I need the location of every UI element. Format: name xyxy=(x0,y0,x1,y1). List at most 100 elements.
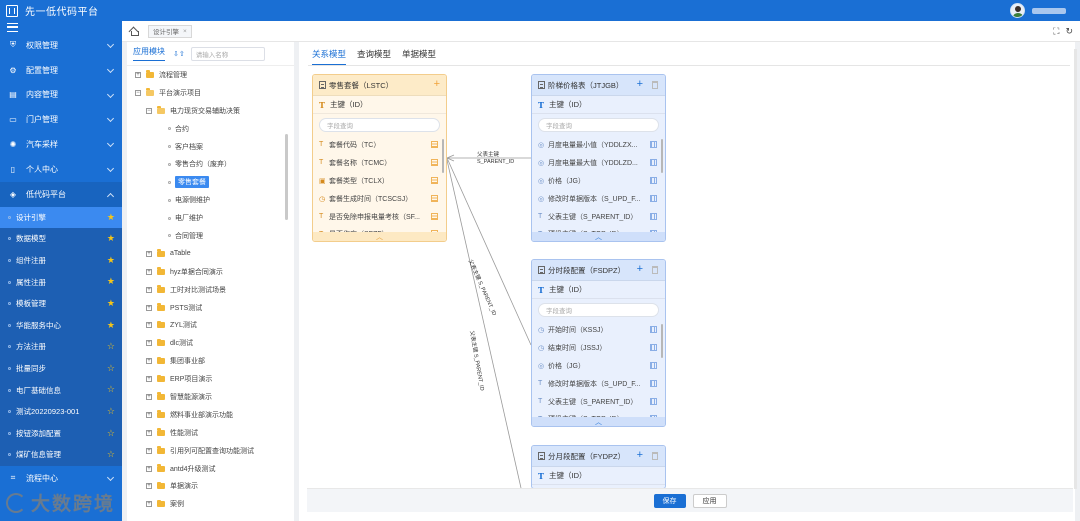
field-label: 月度电量最小值（YDDLZX... xyxy=(548,141,638,149)
drag-handle-icon[interactable] xyxy=(650,397,657,405)
add-field-icon[interactable]: + xyxy=(637,78,643,90)
primary-key-row[interactable]: T 主键（ID） xyxy=(532,467,665,485)
entity-card-fydpz[interactable]: 分月段配置（FYDPZ） + T 主键（ID） xyxy=(531,445,666,489)
field-label: 套餐名称（TCMC） xyxy=(329,159,392,167)
collapse-toggle[interactable]: ︿ xyxy=(313,232,446,241)
field-label: 月度电量最大值（YDDLZD... xyxy=(548,159,638,167)
drag-handle-icon[interactable] xyxy=(431,176,438,184)
field-type-icon: ◎ xyxy=(538,141,545,149)
entity-scrollbar[interactable] xyxy=(661,324,663,358)
field-label: 父表主键（S_PARENT_ID） xyxy=(548,398,638,406)
field-label: 价格（JG） xyxy=(548,362,585,370)
primary-key-row[interactable]: T 主键（ID） xyxy=(532,281,665,299)
text-type-icon: T xyxy=(538,470,544,481)
field-row[interactable]: ▣ 套餐类型（TCLX） xyxy=(313,172,446,190)
primary-key-label: 主键（ID） xyxy=(549,285,587,294)
drag-handle-icon[interactable] xyxy=(650,343,657,351)
field-row[interactable]: ◎ 价格（JG） xyxy=(532,357,665,375)
field-row[interactable]: ◷ 结束时间（JSSJ） xyxy=(532,339,665,357)
field-row[interactable]: ◷ 套餐生成时间（TCSCSJ） xyxy=(313,190,446,208)
field-type-icon: ◷ xyxy=(538,344,545,352)
field-type-icon: ◷ xyxy=(538,326,545,334)
chevron-up-icon: ︿ xyxy=(595,233,602,241)
field-label: 修改时单据版本（S_UPD_F... xyxy=(548,195,641,203)
field-label: 修改时单据版本（S_UPD_F... xyxy=(548,380,641,388)
entity-card-lstc[interactable]: 零售套餐（LSTC） + T 主键（ID） 字段查询 T 套餐代码（TC） T 套餐名称（TCM… xyxy=(312,74,447,242)
field-type-icon: ◷ xyxy=(319,195,326,203)
drag-handle-icon[interactable] xyxy=(650,361,657,369)
field-label: 是否免除申报电量考核（SF... xyxy=(329,213,421,221)
relation-label-1: 父表主键 xyxy=(477,152,500,158)
field-row[interactable]: ◎ 月度电量最小值（YDDLZX... xyxy=(532,136,665,154)
primary-key-row[interactable]: T 主键（ID） xyxy=(532,96,665,114)
drag-handle-icon[interactable] xyxy=(650,326,657,333)
drag-handle-icon[interactable] xyxy=(650,212,657,220)
delete-icon[interactable] xyxy=(652,452,658,460)
entity-header[interactable]: 分时段配置（FSDPZ） + xyxy=(532,260,665,281)
add-field-icon[interactable]: + xyxy=(637,263,643,275)
entity-header[interactable]: 分月段配置（FYDPZ） + xyxy=(532,446,665,467)
field-label: 套餐生成时间（TCSCSJ） xyxy=(329,195,413,203)
field-type-icon: T xyxy=(538,213,543,220)
field-label: 开始时间（KSSJ） xyxy=(548,326,608,334)
table-icon xyxy=(538,266,545,274)
add-field-icon[interactable]: + xyxy=(637,449,643,461)
field-type-icon: T xyxy=(319,159,324,167)
chevron-up-icon: ︿ xyxy=(595,418,602,426)
entity-title: 阶梯价格表（JTJGB） xyxy=(548,80,624,90)
field-type-icon: ▣ xyxy=(319,177,326,185)
save-button[interactable]: 保存 xyxy=(653,493,686,508)
drag-handle-icon[interactable] xyxy=(431,158,438,166)
field-search-input[interactable]: 字段查询 xyxy=(538,303,659,317)
primary-key-label: 主键（ID） xyxy=(549,471,587,480)
field-row[interactable]: ◎ 月度电量最大值（YDDLZD... xyxy=(532,154,665,172)
field-row[interactable]: ◷ 开始时间（KSSJ） xyxy=(532,321,665,339)
drag-handle-icon[interactable] xyxy=(650,194,657,202)
field-label: 价格（JG） xyxy=(548,177,585,185)
entity-scrollbar[interactable] xyxy=(661,139,663,173)
relation-line-fydpz[interactable] xyxy=(446,159,522,489)
drag-handle-icon[interactable] xyxy=(650,379,657,387)
collapse-toggle[interactable]: ︿ xyxy=(532,417,665,426)
field-type-icon: T xyxy=(538,398,543,405)
field-row[interactable]: ◎ 修改时单据版本（S_UPD_F... xyxy=(532,190,665,208)
field-search-input[interactable]: 字段查询 xyxy=(319,118,440,132)
canvas-scrollbar[interactable] xyxy=(1074,49,1077,489)
field-type-icon: ◎ xyxy=(538,159,545,167)
entity-header[interactable]: 阶梯价格表（JTJGB） + xyxy=(532,75,665,96)
drag-handle-icon[interactable] xyxy=(431,141,438,148)
entity-title: 分时段配置（FSDPZ） xyxy=(548,265,626,275)
apply-button[interactable]: 应用 xyxy=(692,493,727,508)
field-type-icon: T xyxy=(538,380,543,388)
field-type-icon: ◎ xyxy=(538,362,545,370)
text-type-icon: T xyxy=(538,284,544,295)
field-row[interactable]: T 是否免除申报电量考核（SF... xyxy=(313,208,446,226)
field-row[interactable]: T 套餐代码（TC） xyxy=(313,136,446,154)
relation-line-fsdpz[interactable] xyxy=(446,157,532,346)
entity-scrollbar[interactable] xyxy=(442,139,444,173)
collapse-toggle[interactable]: ︿ xyxy=(532,232,665,241)
delete-icon[interactable] xyxy=(652,81,658,89)
field-row[interactable]: T 父表主键（S_PARENT_ID） xyxy=(532,393,665,411)
drag-handle-icon[interactable] xyxy=(431,212,438,220)
field-row[interactable]: T 父表主键（S_PARENT_ID） xyxy=(532,208,665,226)
field-type-icon: ◎ xyxy=(538,195,545,203)
table-icon xyxy=(538,81,545,89)
drag-handle-icon[interactable] xyxy=(650,158,657,166)
primary-key-row[interactable]: T 主键（ID） xyxy=(313,96,446,114)
field-row[interactable]: T 套餐名称（TCMC） xyxy=(313,154,446,172)
field-row[interactable]: T 修改时单据版本（S_UPD_F... xyxy=(532,375,665,393)
field-row[interactable]: ◎ 价格（JG） xyxy=(532,172,665,190)
drag-handle-icon[interactable] xyxy=(431,194,438,202)
field-label: 套餐类型（TCLX） xyxy=(329,177,389,185)
drag-handle-icon[interactable] xyxy=(650,176,657,184)
entity-card-jtjgb[interactable]: 阶梯价格表（JTJGB） + T 主键（ID） 字段查询 ◎ 月度电量最小值（YDDLZX.… xyxy=(531,74,666,242)
field-search-input[interactable]: 字段查询 xyxy=(538,118,659,132)
entity-header[interactable]: 零售套餐（LSTC） + xyxy=(313,75,446,96)
action-bar: 保存 应用 xyxy=(307,488,1073,512)
delete-icon[interactable] xyxy=(652,266,658,274)
primary-key-label: 主键（ID） xyxy=(549,100,587,109)
drag-handle-icon[interactable] xyxy=(650,141,657,148)
add-field-icon[interactable]: + xyxy=(434,78,440,90)
entity-card-fsdpz[interactable]: 分时段配置（FSDPZ） + T 主键（ID） 字段查询 ◷ 开始时间（KSSJ） ◷ 结束时间… xyxy=(531,259,666,427)
